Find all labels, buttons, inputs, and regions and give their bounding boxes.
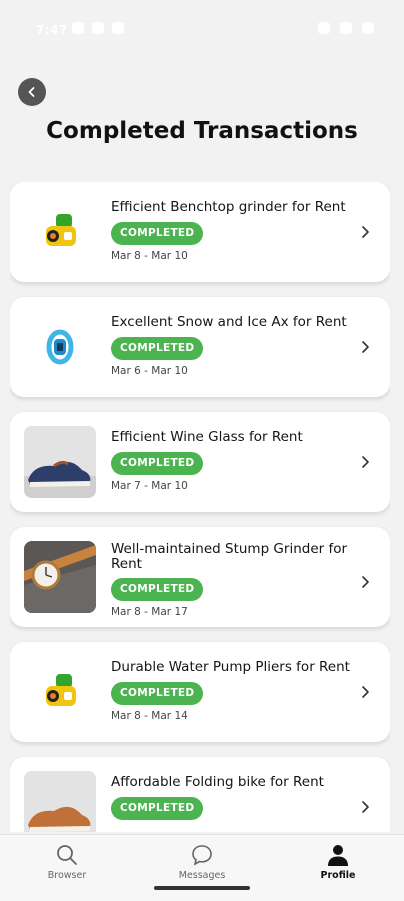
transaction-dates: Mar 8 - Mar 14 (111, 710, 188, 722)
transaction-card[interactable]: Excellent Snow and Ice Ax for Rent COMPL… (10, 297, 390, 397)
wifi-icon (318, 22, 330, 34)
nav-label: Browser (47, 870, 87, 881)
person-icon (328, 845, 348, 866)
notification-icon (112, 22, 124, 34)
chevron-right-icon (362, 456, 369, 468)
notification-icon (92, 22, 104, 34)
transaction-title: Excellent Snow and Ice Ax for Rent (111, 314, 347, 330)
home-indicator (154, 886, 250, 890)
back-button[interactable] (18, 78, 46, 106)
nav-profile[interactable]: Profile (288, 843, 388, 881)
blue-fitness-band-icon (24, 311, 96, 383)
transaction-card[interactable]: Affordable Folding bike for Rent COMPLET… (10, 757, 390, 832)
transaction-card[interactable]: Efficient Wine Glass for Rent COMPLETED … (10, 412, 390, 512)
status-badge: COMPLETED (111, 682, 204, 705)
status-bar: 7:47 (0, 0, 404, 60)
status-badge: COMPLETED (111, 337, 204, 360)
chat-bubble-icon (192, 845, 212, 866)
status-badge: COMPLETED (111, 797, 204, 820)
nav-label: Messages (178, 870, 226, 881)
status-time: 7:47 (36, 23, 68, 37)
transaction-dates: Mar 8 - Mar 17 (111, 606, 188, 618)
sneaker-photo (24, 426, 96, 498)
chevron-left-icon (28, 87, 35, 97)
nav-browser[interactable]: Browser (17, 843, 117, 881)
chevron-right-icon (362, 801, 369, 813)
sneaker-photo (24, 771, 96, 832)
chevron-right-icon (362, 686, 369, 698)
transaction-dates: Mar 7 - Mar 10 (111, 480, 188, 492)
signal-icon (340, 22, 352, 34)
yellow-green-toy-icon (24, 656, 96, 728)
transaction-title: Affordable Folding bike for Rent (111, 774, 324, 790)
status-badge: COMPLETED (111, 222, 204, 245)
chevron-right-icon (362, 576, 369, 588)
notification-icon (72, 22, 84, 34)
transaction-dates: Mar 6 - Mar 10 (111, 365, 188, 377)
transaction-card[interactable]: Efficient Benchtop grinder for Rent COMP… (10, 182, 390, 282)
nav-messages[interactable]: Messages (152, 843, 252, 881)
chevron-right-icon (362, 341, 369, 353)
notification-icons (72, 22, 124, 34)
status-badge: COMPLETED (111, 452, 204, 475)
battery-icon (362, 22, 374, 34)
transaction-card[interactable]: Well-maintained Stump Grinder for Rent C… (10, 527, 390, 627)
transaction-title: Efficient Wine Glass for Rent (111, 429, 303, 445)
chevron-right-icon (362, 226, 369, 238)
transaction-card[interactable]: Durable Water Pump Pliers for Rent COMPL… (10, 642, 390, 742)
transaction-title: Efficient Benchtop grinder for Rent (111, 199, 346, 215)
transaction-dates: Mar 8 - Mar 10 (111, 250, 188, 262)
system-icons (318, 22, 374, 34)
search-icon (57, 845, 77, 865)
status-badge: COMPLETED (111, 578, 204, 601)
transaction-list: Efficient Benchtop grinder for Rent COMP… (10, 182, 390, 832)
page-title: Completed Transactions (46, 118, 358, 144)
nav-label: Profile (320, 870, 356, 881)
yellow-green-toy-icon (24, 196, 96, 268)
bottom-navigation: Browser Messages Profile (0, 834, 404, 901)
transaction-title: Durable Water Pump Pliers for Rent (111, 659, 350, 675)
transaction-title: Well-maintained Stump Grinder for Rent (111, 541, 348, 572)
wristwatch-photo (24, 541, 96, 613)
